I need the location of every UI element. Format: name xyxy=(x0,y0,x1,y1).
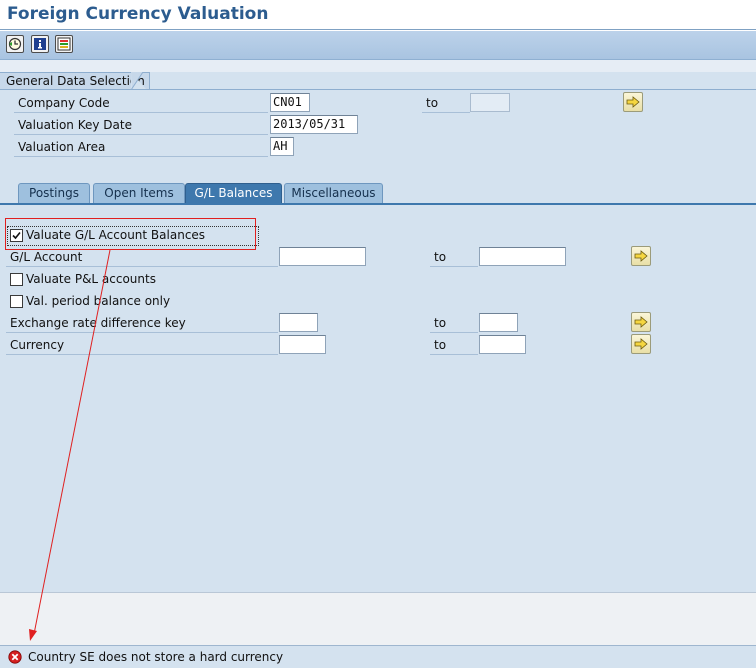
company-code-to-underline xyxy=(422,112,470,113)
execute-clock-icon xyxy=(8,37,22,51)
tab-miscellaneous[interactable]: Miscellaneous xyxy=(284,183,383,204)
exchange-rate-diff-key-to-field[interactable] xyxy=(479,313,518,332)
valuation-key-date-field[interactable]: 2013/05/31 xyxy=(270,115,358,134)
annotation-highlight-box xyxy=(5,218,256,250)
valuation-area-label: Valuation Area xyxy=(18,140,106,154)
toolbar-spacer xyxy=(0,60,756,72)
variants-icon xyxy=(57,37,71,51)
exchange-rate-diff-key-underline xyxy=(6,332,278,333)
valuate-pl-checkbox[interactable] xyxy=(10,273,23,286)
currency-to-label: to xyxy=(434,338,447,352)
currency-to-underline xyxy=(430,354,478,355)
valuation-area-underline xyxy=(14,156,268,157)
currency-field[interactable] xyxy=(279,335,326,354)
currency-multiple-selection-button[interactable] xyxy=(631,334,651,354)
company-code-label: Company Code xyxy=(18,96,110,110)
empty-area xyxy=(0,592,756,645)
page-title: Foreign Currency Valuation xyxy=(7,4,269,24)
gl-account-multiple-selection-button[interactable] xyxy=(631,246,651,266)
exchange-rate-diff-key-to-underline xyxy=(430,332,478,333)
execute-button[interactable] xyxy=(6,35,24,53)
company-code-to-label: to xyxy=(426,96,439,110)
info-icon xyxy=(34,38,46,50)
section-divider xyxy=(0,89,756,90)
company-code-multiple-selection-button[interactable] xyxy=(623,92,643,112)
title-divider xyxy=(0,29,756,30)
gl-account-label: G/L Account xyxy=(10,250,83,264)
variants-button[interactable] xyxy=(55,35,73,53)
valuation-key-date-label: Valuation Key Date xyxy=(18,118,132,132)
valuate-pl-label: Valuate P&L accounts xyxy=(26,272,156,286)
tab-gl-balances[interactable]: G/L Balances xyxy=(185,183,282,204)
company-code-underline xyxy=(14,112,268,113)
tab-postings[interactable]: Postings xyxy=(18,183,90,204)
gl-account-to-field[interactable] xyxy=(479,247,566,266)
valuation-area-field[interactable]: AH xyxy=(270,137,294,156)
gl-account-underline xyxy=(6,266,278,267)
period-balance-only-label: Val. period balance only xyxy=(26,294,171,308)
tab-open-items[interactable]: Open Items xyxy=(93,183,185,204)
exchange-rate-diff-key-label: Exchange rate difference key xyxy=(10,316,186,330)
section-title: General Data Selection xyxy=(6,74,145,88)
arrow-right-icon xyxy=(626,96,640,108)
currency-underline xyxy=(6,354,278,355)
status-bar[interactable]: Country SE does not store a hard currenc… xyxy=(0,645,756,668)
error-icon xyxy=(8,650,22,664)
gl-account-to-label: to xyxy=(434,250,447,264)
exchange-rate-diff-key-multiple-selection-button[interactable] xyxy=(631,312,651,332)
info-button[interactable] xyxy=(31,35,49,53)
gl-account-field[interactable] xyxy=(279,247,366,266)
section-tab-corner xyxy=(131,72,146,90)
exchange-rate-diff-key-field[interactable] xyxy=(279,313,318,332)
gl-account-to-underline xyxy=(430,266,478,267)
company-code-to-field[interactable] xyxy=(470,93,510,112)
general-data-section-header: General Data Selection xyxy=(0,72,150,90)
company-code-field[interactable]: CN01 xyxy=(270,93,310,112)
arrow-right-icon xyxy=(634,250,648,262)
title-bar: Foreign Currency Valuation xyxy=(0,0,756,30)
application-toolbar xyxy=(0,31,756,60)
currency-to-field[interactable] xyxy=(479,335,526,354)
arrow-right-icon xyxy=(634,316,648,328)
exchange-rate-diff-key-to-label: to xyxy=(434,316,447,330)
valuation-key-date-underline xyxy=(14,134,268,135)
status-message: Country SE does not store a hard currenc… xyxy=(28,650,284,664)
currency-label: Currency xyxy=(10,338,65,352)
period-balance-only-checkbox[interactable] xyxy=(10,295,23,308)
arrow-right-icon xyxy=(634,338,648,350)
